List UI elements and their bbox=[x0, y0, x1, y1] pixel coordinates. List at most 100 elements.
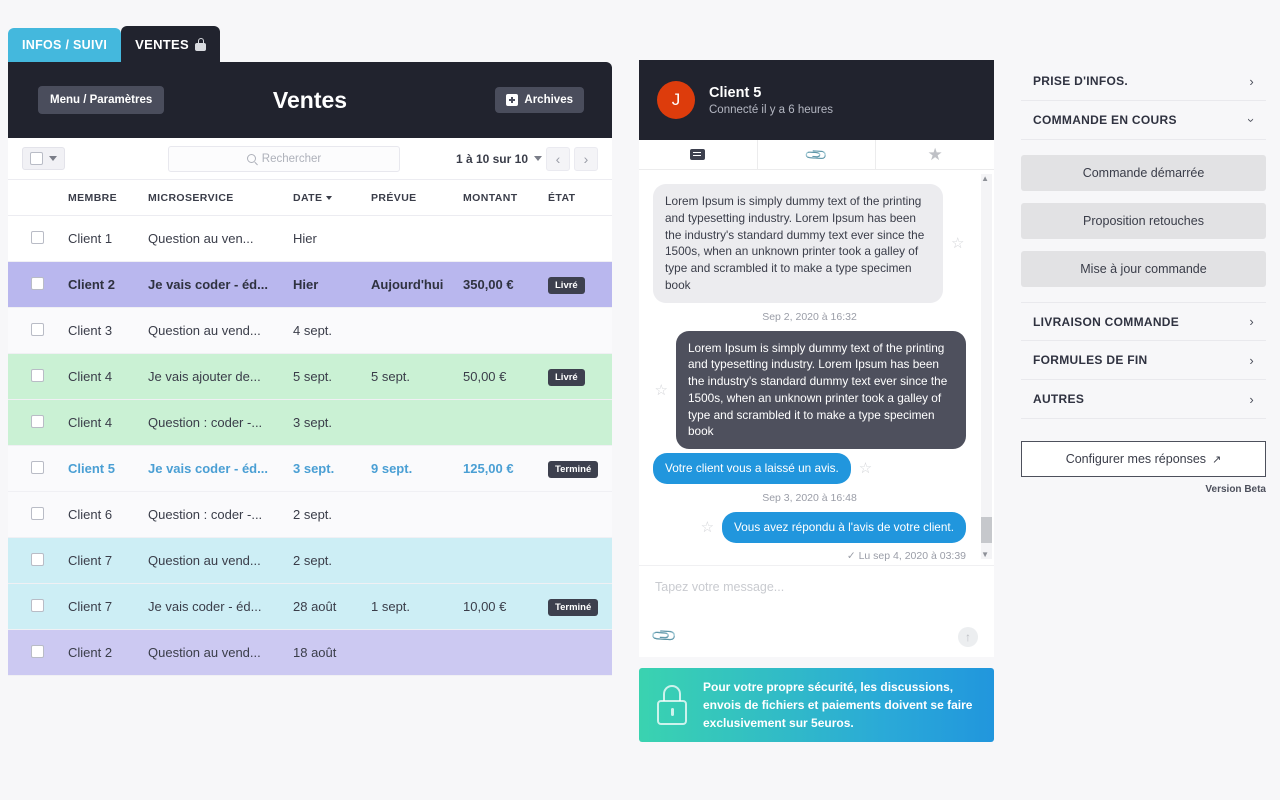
table-row[interactable]: Client 6 Question : coder -... 2 sept. bbox=[8, 491, 612, 538]
cell-prevue: Aujourd'hui bbox=[371, 261, 463, 308]
table-row[interactable]: Client 7 Question au vend... 2 sept. bbox=[8, 537, 612, 584]
paperclip-icon[interactable]: 📎 bbox=[650, 621, 679, 650]
chat-tab-messages[interactable] bbox=[639, 140, 758, 169]
star-icon[interactable]: ☆ bbox=[951, 234, 964, 252]
cell-etat: Livré bbox=[548, 261, 612, 308]
menu-parametres-button[interactable]: Menu / Paramètres bbox=[38, 86, 165, 114]
status-badge: Terminé bbox=[548, 460, 599, 478]
col-etat[interactable]: ÉTAT bbox=[548, 180, 612, 216]
col-membre[interactable]: MEMBRE bbox=[68, 180, 148, 216]
star-icon[interactable]: ☆ bbox=[701, 518, 714, 536]
row-checkbox[interactable] bbox=[31, 598, 44, 612]
select-all-dropdown[interactable] bbox=[22, 147, 65, 170]
pagination-dropdown[interactable]: 1 à 10 sur 10 bbox=[456, 152, 542, 166]
col-date[interactable]: DATE bbox=[293, 180, 371, 216]
row-checkbox[interactable] bbox=[31, 230, 44, 244]
chat-tab-attachments[interactable]: 📎 bbox=[758, 140, 877, 169]
archive-box-icon bbox=[506, 94, 519, 106]
row-checkbox[interactable] bbox=[31, 414, 44, 428]
chat-contact-name: Client 5 bbox=[709, 84, 762, 101]
version-label: Version Beta bbox=[1205, 484, 1266, 495]
cell-prevue: 9 sept. bbox=[371, 445, 463, 492]
commande-demarree-button[interactable]: Commande démarrée bbox=[1021, 155, 1266, 191]
table-row[interactable]: Client 4 Je vais ajouter de... 5 sept. 5 se… bbox=[8, 353, 612, 400]
proposition-retouches-button[interactable]: Proposition retouches bbox=[1021, 203, 1266, 239]
external-link-icon: ↗ bbox=[1212, 453, 1222, 466]
scroll-thumb[interactable] bbox=[981, 517, 992, 543]
search-input[interactable]: Rechercher bbox=[168, 145, 400, 172]
tab-ventes[interactable]: VENTES bbox=[121, 26, 220, 62]
table-row[interactable]: Client 4 Question : coder -... 3 sept. bbox=[8, 399, 612, 446]
cell-membre: Client 7 bbox=[68, 583, 148, 630]
table-row[interactable]: Client 7 Je vais coder - éd... 28 août 1 se… bbox=[8, 583, 612, 630]
cell-microservice: Je vais coder - éd... bbox=[148, 261, 293, 308]
composer-placeholder: Tapez votre message... bbox=[655, 580, 785, 594]
message-timestamp: Sep 3, 2020 à 16:48 bbox=[762, 491, 857, 504]
scroll-down-icon[interactable]: ▼ bbox=[981, 550, 989, 559]
table-row[interactable]: Client 1 Question au ven... Hier bbox=[8, 215, 612, 262]
row-checkbox[interactable] bbox=[31, 460, 44, 474]
col-microservice[interactable]: MICROSERVICE bbox=[148, 180, 293, 216]
cell-microservice: Je vais coder - éd... bbox=[148, 445, 293, 492]
sidebar-section-commande-en-cours[interactable]: COMMANDE EN COURS › bbox=[1021, 101, 1266, 140]
sidebar-section-autres[interactable]: AUTRES › bbox=[1021, 380, 1266, 419]
message-composer[interactable]: Tapez votre message... 📎 ↑ bbox=[639, 565, 994, 657]
chat-contact-status: Connecté il y a 6 heures bbox=[709, 103, 834, 116]
cell-membre: Client 1 bbox=[68, 215, 148, 262]
table-head: MEMBRE MICROSERVICE DATE PRÉVUE MONTANT … bbox=[8, 180, 612, 216]
row-checkbox[interactable] bbox=[31, 506, 44, 520]
col-prevue[interactable]: PRÉVUE bbox=[371, 180, 463, 216]
table-row[interactable]: Client 2 Question au vend... 18 août bbox=[8, 629, 612, 676]
tab-infos-suivi[interactable]: INFOS / SUIVI bbox=[8, 28, 122, 62]
message-icon bbox=[690, 149, 706, 160]
pagination-controls: ‹ › bbox=[546, 146, 598, 171]
mise-a-jour-commande-button[interactable]: Mise à jour commande bbox=[1021, 251, 1266, 287]
cell-date: Hier bbox=[293, 215, 371, 262]
chat-messages[interactable]: Lorem Ipsum is simply dummy text of the … bbox=[639, 170, 994, 565]
cell-microservice: Question : coder -... bbox=[148, 399, 293, 446]
scroll-up-icon[interactable]: ▲ bbox=[981, 174, 989, 183]
cell-etat: Livré bbox=[548, 353, 612, 400]
next-page-button[interactable]: › bbox=[574, 146, 598, 171]
star-icon[interactable]: ☆ bbox=[859, 459, 872, 477]
responses-sidebar: PRISE D'INFOS. › COMMANDE EN COURS › Com… bbox=[1021, 62, 1266, 495]
message-bubble: Votre client vous a laissé un avis. bbox=[653, 453, 851, 484]
table-row[interactable]: Client 3 Question au vend... 4 sept. bbox=[8, 307, 612, 354]
sidebar-section-livraison-commande[interactable]: LIVRAISON COMMANDE › bbox=[1021, 302, 1266, 341]
lock-icon bbox=[655, 685, 689, 725]
row-checkbox[interactable] bbox=[31, 644, 44, 658]
chevron-down-icon: › bbox=[1244, 117, 1260, 123]
row-checkbox[interactable] bbox=[31, 322, 44, 336]
select-all-checkbox[interactable] bbox=[30, 152, 43, 165]
chat-tab-starred[interactable]: ★ bbox=[876, 140, 994, 169]
table-body: Client 1 Question au ven... Hier Client 2 Je… bbox=[8, 215, 612, 676]
prev-page-button[interactable]: ‹ bbox=[546, 146, 570, 171]
send-button[interactable]: ↑ bbox=[958, 627, 978, 647]
cell-etat bbox=[548, 629, 612, 676]
row-checkbox[interactable] bbox=[31, 276, 44, 290]
message-bubble: Lorem Ipsum is simply dummy text of the … bbox=[676, 330, 966, 449]
cell-etat: Terminé bbox=[548, 583, 612, 630]
pagination-label: 1 à 10 sur 10 bbox=[455, 151, 528, 166]
row-checkbox[interactable] bbox=[31, 368, 44, 382]
cell-date: 5 sept. bbox=[293, 353, 371, 400]
cell-membre: Client 4 bbox=[68, 399, 148, 446]
table-row[interactable]: Client 2 Je vais coder - éd... Hier Aujourd… bbox=[8, 261, 612, 308]
configurer-mes-reponses-button[interactable]: Configurer mes réponses ↗ bbox=[1021, 441, 1266, 477]
sidebar-section-prise-dinfos[interactable]: PRISE D'INFOS. › bbox=[1021, 62, 1266, 101]
chat-scrollbar[interactable]: ▲ ▼ bbox=[981, 174, 992, 559]
table-row[interactable]: Client 5 Je vais coder - éd... 3 sept. 9 se… bbox=[8, 445, 612, 492]
cell-etat bbox=[548, 491, 612, 538]
cell-date: 3 sept. bbox=[293, 445, 371, 492]
configure-label: Configurer mes réponses bbox=[1065, 452, 1207, 466]
col-montant[interactable]: MONTANT bbox=[463, 180, 548, 216]
archives-button[interactable]: Archives bbox=[495, 87, 584, 113]
sidebar-section-formules-de-fin[interactable]: FORMULES DE FIN › bbox=[1021, 341, 1266, 380]
row-checkbox[interactable] bbox=[31, 552, 44, 566]
search-placeholder: Rechercher bbox=[261, 152, 322, 165]
star-icon[interactable]: ☆ bbox=[655, 381, 668, 399]
cell-prevue: 5 sept. bbox=[371, 353, 463, 400]
chevron-down-icon bbox=[49, 156, 57, 161]
cell-microservice: Je vais ajouter de... bbox=[148, 353, 293, 400]
